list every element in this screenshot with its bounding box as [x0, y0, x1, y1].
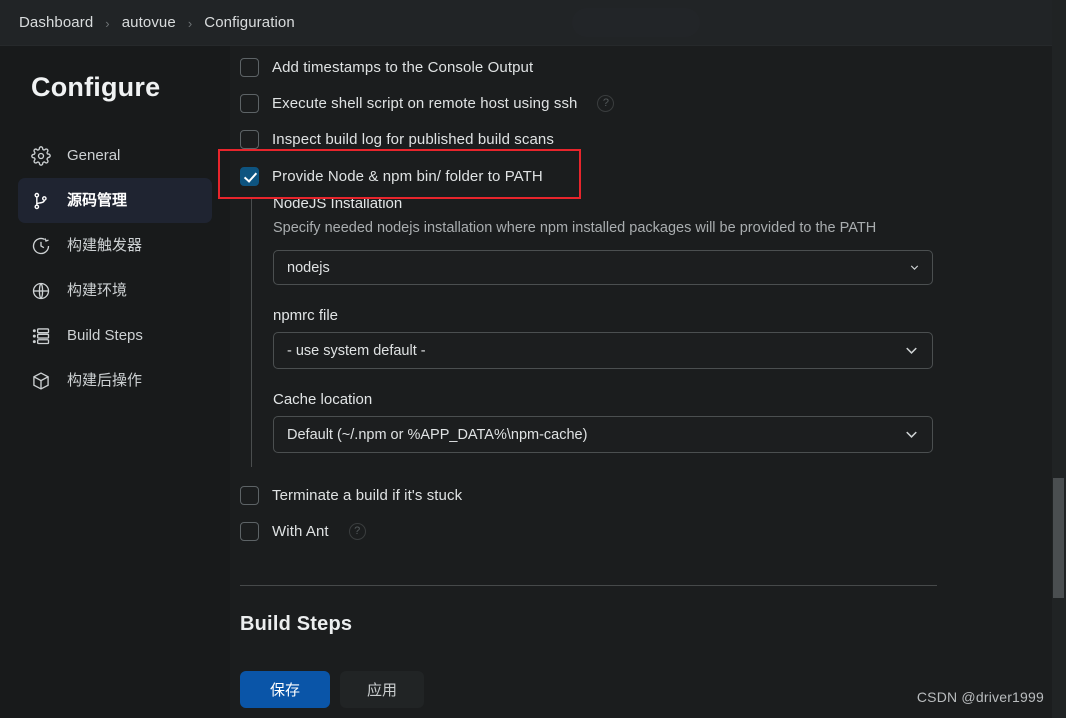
- nodejs-installation-select[interactable]: nodejs: [273, 250, 933, 285]
- checkbox-inspect-build-log[interactable]: [240, 129, 259, 149]
- nodejs-installation-section: NodeJS Installation Specify needed nodej…: [251, 195, 1052, 467]
- checkbox-with-ant[interactable]: [240, 521, 259, 541]
- build-steps-section-title: Build Steps: [240, 613, 353, 635]
- option-label: Inspect build log for published build sc…: [272, 130, 554, 148]
- apply-button[interactable]: 应用: [340, 670, 424, 708]
- breadcrumb-item-configuration[interactable]: Configuration: [204, 14, 295, 31]
- checkbox-add-timestamps[interactable]: [240, 57, 259, 77]
- option-row[interactable]: Inspect build log for published build sc…: [230, 121, 1052, 157]
- page-scrollbar-track[interactable]: [1052, 0, 1066, 718]
- page-title: Configure: [31, 72, 161, 102]
- checkbox-execute-shell-ssh[interactable]: [240, 93, 259, 113]
- option-row-provide-node-npm[interactable]: Provide Node & npm bin/ folder to PATH: [230, 157, 1052, 195]
- package-icon: [30, 370, 52, 392]
- sidebar: Configure General 源码管理 构建触发器 构建环境 Build …: [0, 46, 230, 718]
- clock-icon: [30, 235, 52, 257]
- option-row[interactable]: Add timestamps to the Console Output: [230, 49, 1052, 85]
- page-scrollbar-thumb[interactable]: [1053, 478, 1064, 598]
- search-box-faded[interactable]: [572, 8, 700, 37]
- option-label: With Ant: [272, 522, 329, 540]
- checkbox-terminate-stuck-build[interactable]: [240, 485, 259, 505]
- option-label: Execute shell script on remote host usin…: [272, 94, 578, 112]
- sidebar-item-source-code-management[interactable]: 源码管理: [18, 178, 212, 223]
- sidebar-item-build-environment[interactable]: 构建环境: [18, 268, 212, 313]
- configuration-form: Add timestamps to the Console Output Exe…: [230, 46, 1052, 718]
- sidebar-nav: General 源码管理 构建触发器 构建环境 Build Steps 构建后操…: [0, 133, 230, 403]
- npmrc-file-select[interactable]: - use system default -: [273, 332, 933, 369]
- sidebar-item-label: 源码管理: [67, 192, 128, 209]
- option-row[interactable]: With Ant ?: [230, 513, 1052, 549]
- chevron-down-icon: [908, 261, 921, 274]
- option-label: Terminate a build if it's stuck: [272, 486, 463, 504]
- git-branch-icon: [30, 190, 52, 212]
- sidebar-item-label: General: [67, 147, 121, 164]
- cache-location-select[interactable]: Default (~/.npm or %APP_DATA%\npm-cache): [273, 416, 933, 453]
- select-value: nodejs: [287, 259, 330, 276]
- checkbox-provide-node-npm-path[interactable]: [240, 166, 259, 186]
- breadcrumb-separator-icon: ›: [105, 16, 110, 31]
- select-value: Default (~/.npm or %APP_DATA%\npm-cache): [287, 426, 588, 443]
- watermark-text: CSDN @driver1999: [916, 689, 1044, 705]
- globe-icon: [30, 280, 52, 302]
- sidebar-item-label: 构建触发器: [67, 237, 143, 254]
- option-row[interactable]: Execute shell script on remote host usin…: [230, 85, 1052, 121]
- help-icon[interactable]: ?: [597, 94, 615, 112]
- option-label: Provide Node & npm bin/ folder to PATH: [272, 167, 543, 185]
- top-header-bar: Dashboard › autovue › Configuration: [0, 0, 1052, 45]
- chevron-down-icon: [902, 425, 921, 444]
- help-icon[interactable]: ?: [348, 522, 366, 540]
- breadcrumb-item-autovue[interactable]: autovue: [122, 14, 176, 31]
- breadcrumb-item-dashboard[interactable]: Dashboard: [19, 14, 93, 31]
- option-label: Add timestamps to the Console Output: [272, 58, 534, 76]
- breadcrumb: Dashboard › autovue › Configuration: [0, 14, 295, 31]
- app-root: Dashboard › autovue › Configuration Conf…: [0, 0, 1066, 718]
- breadcrumb-separator-icon: ›: [187, 16, 193, 31]
- cache-location-label: Cache location: [273, 391, 373, 408]
- sidebar-item-label: 构建后操作: [67, 372, 143, 389]
- list-icon: [30, 325, 52, 347]
- sidebar-item-label: 构建环境: [67, 282, 128, 299]
- select-value: - use system default -: [287, 342, 426, 359]
- sidebar-item-build-steps[interactable]: Build Steps: [18, 313, 212, 358]
- nodejs-installation-description: Specify needed nodejs installation where…: [273, 220, 877, 236]
- option-row[interactable]: Terminate a build if it's stuck: [230, 477, 1052, 513]
- sidebar-item-label: Build Steps: [67, 327, 143, 344]
- save-button[interactable]: 保存: [240, 670, 330, 708]
- sidebar-item-general[interactable]: General: [18, 133, 212, 178]
- sidebar-item-build-triggers[interactable]: 构建触发器: [18, 223, 212, 268]
- sidebar-item-post-build-actions[interactable]: 构建后操作: [18, 358, 212, 403]
- gear-icon: [30, 145, 52, 167]
- chevron-down-icon: [902, 341, 921, 360]
- nodejs-installation-title: NodeJS Installation: [273, 195, 403, 212]
- npmrc-file-label: npmrc file: [273, 307, 339, 324]
